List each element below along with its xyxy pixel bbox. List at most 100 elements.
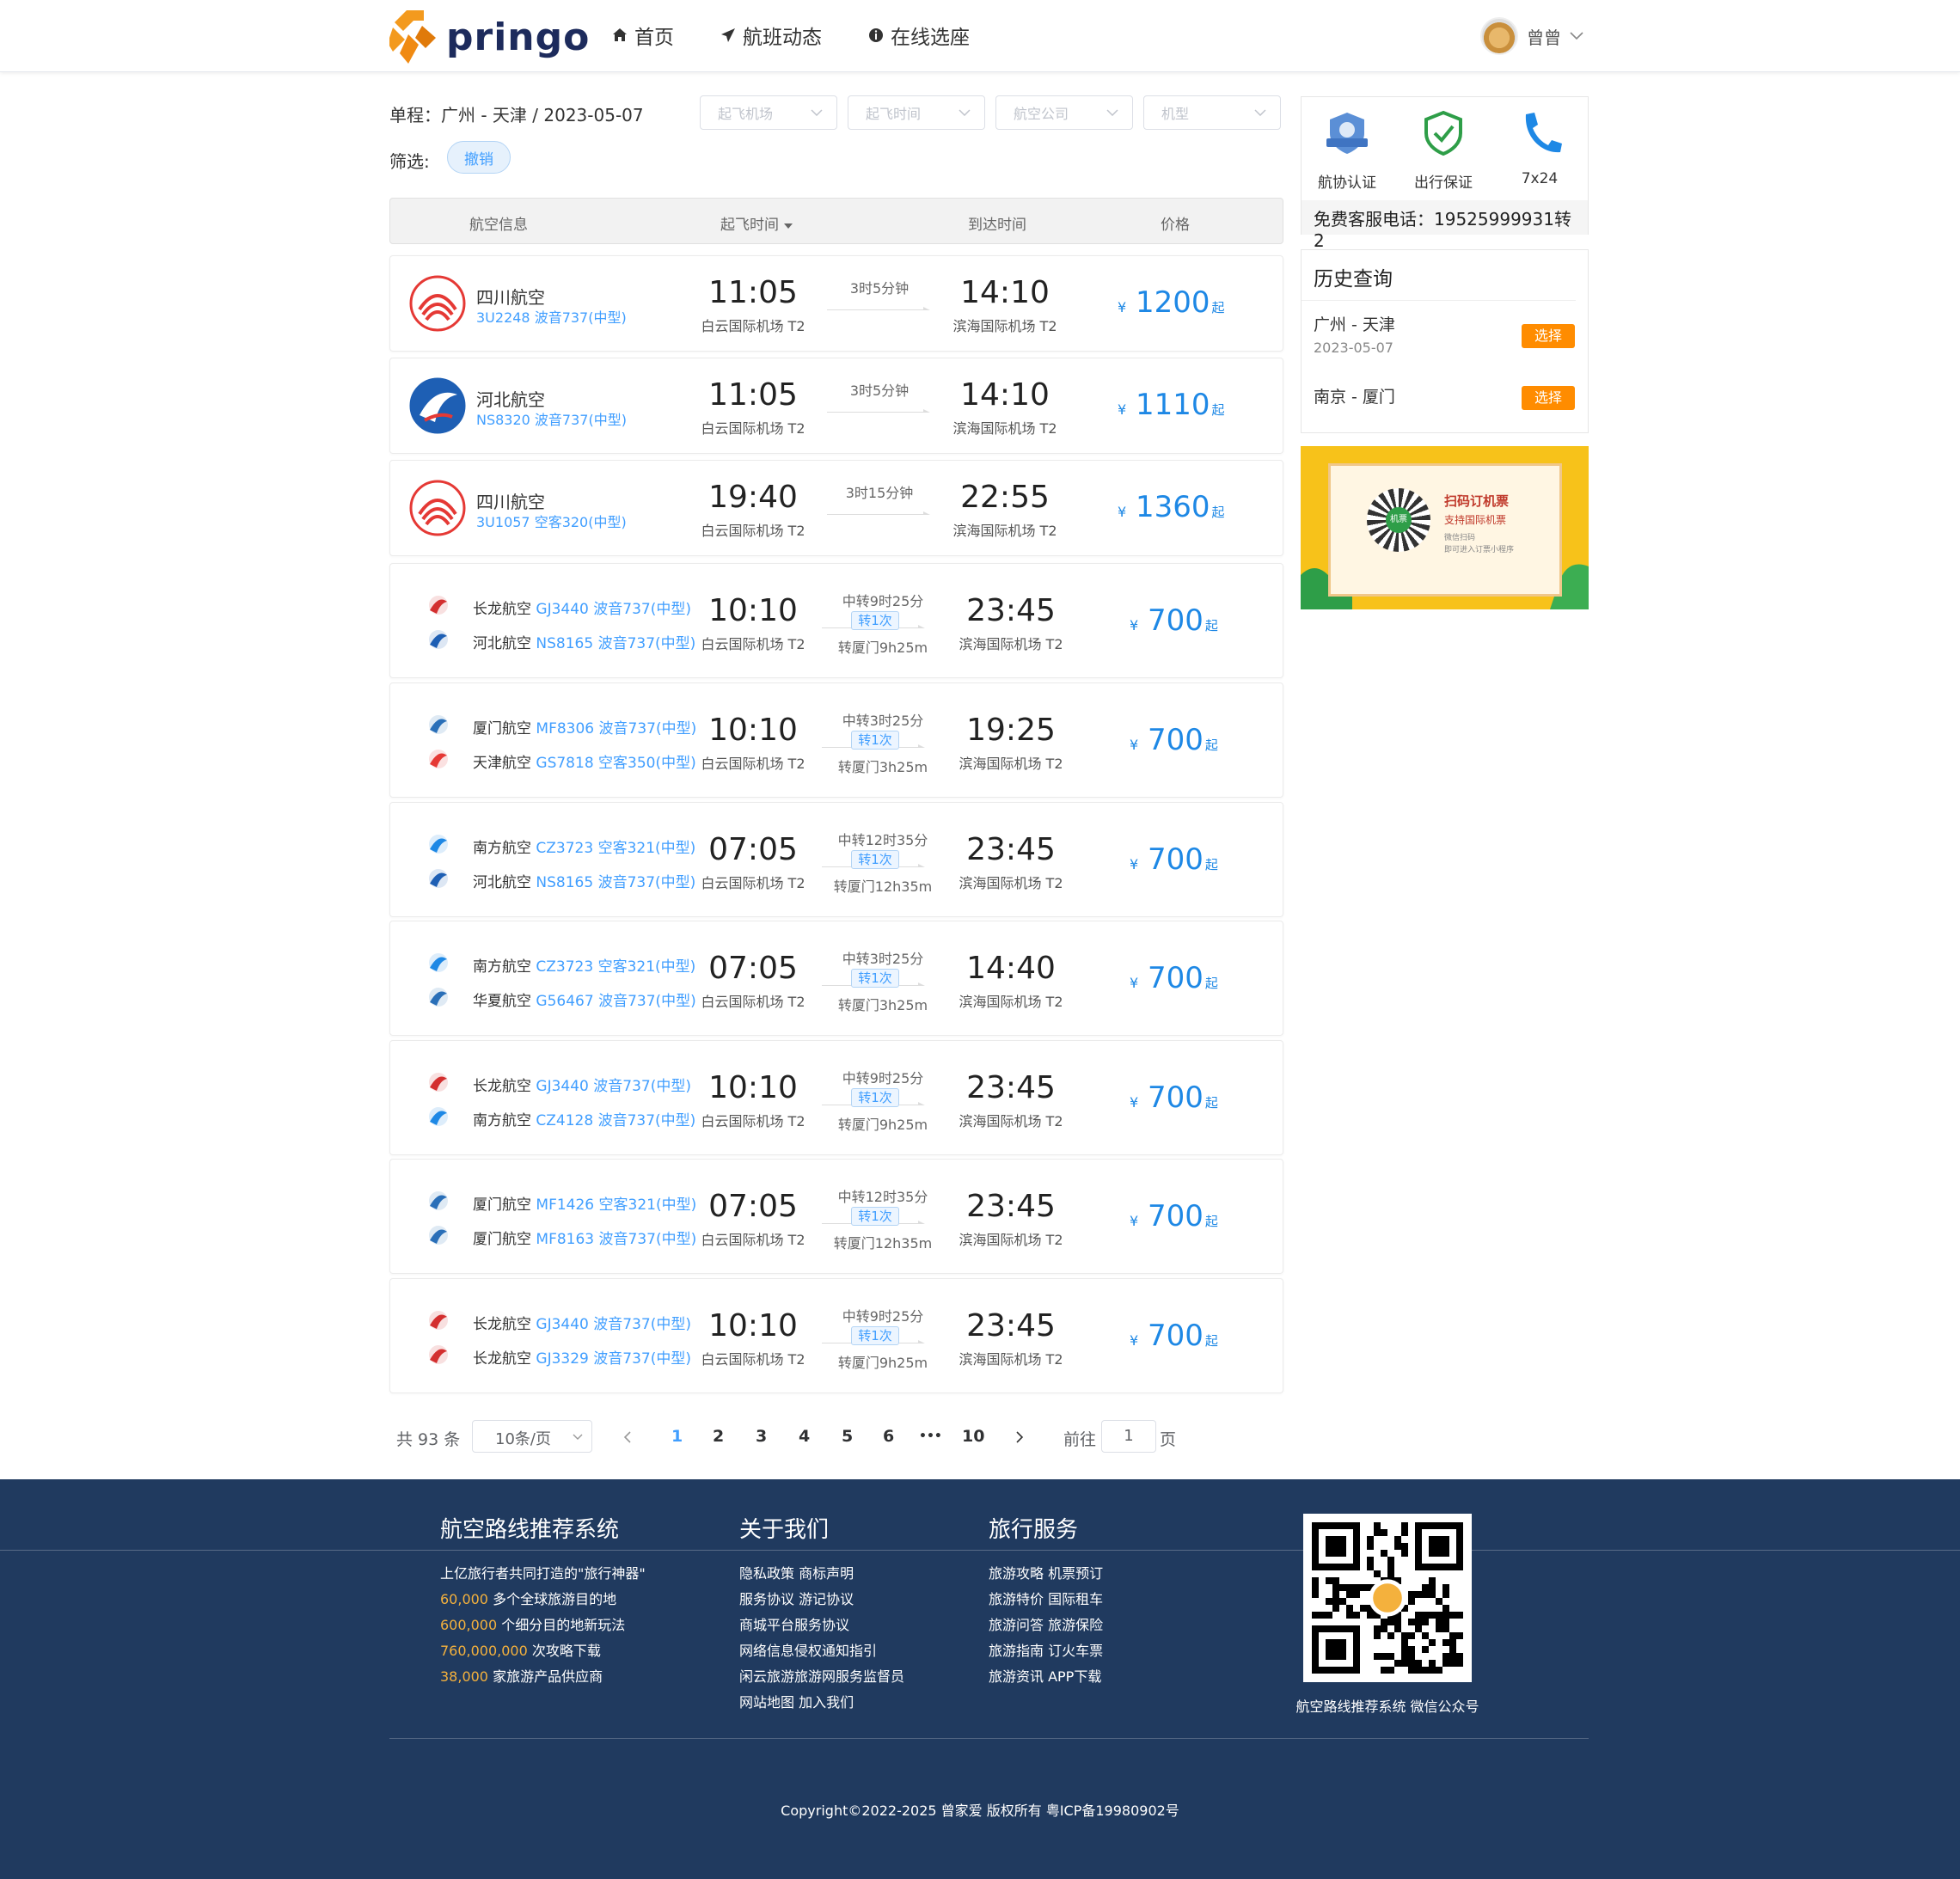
- arrival-airport: 滨海国际机场 T2: [959, 636, 1063, 652]
- guarantee-label: 航协认证: [1318, 174, 1376, 192]
- route-arrow-icon: [827, 504, 930, 515]
- avatar[interactable]: [1480, 17, 1518, 55]
- transfer-flight-row[interactable]: 长龙航空 GJ3440 波音737(中型) 河北航空 NS8165 波音737(中…: [389, 563, 1283, 678]
- page-6[interactable]: 6: [883, 1427, 894, 1446]
- pringo-logo[interactable]: pringo: [389, 7, 590, 67]
- airline-name: 四川航空: [476, 287, 545, 308]
- transfer-flight-row[interactable]: 长龙航空 GJ3440 波音737(中型) 南方航空 CZ4128 波音737(中…: [389, 1040, 1283, 1155]
- promo-banner[interactable]: 机票 扫码订机票 支持国际机票 微信扫码 即可进入订票小程序: [1301, 446, 1589, 609]
- flight-duration: 3时15分钟: [845, 485, 914, 501]
- chevron-down-icon: [1254, 109, 1266, 116]
- airline-select[interactable]: 航空公司: [995, 95, 1133, 130]
- col-depart-label: 起飞时间: [720, 217, 779, 234]
- aircraft-type-select[interactable]: 机型: [1143, 95, 1281, 130]
- transfer-flight-row[interactable]: 厦门航空 MF1426 空客321(中型) 厦门航空 MF8163 波音737(中…: [389, 1159, 1283, 1274]
- page-size-select[interactable]: 10条/页: [472, 1420, 592, 1453]
- airline-logo-icon: [426, 1189, 450, 1213]
- departure-time: 07:05: [708, 951, 798, 986]
- price-suffix: 起: [1204, 618, 1218, 633]
- page-ellipsis[interactable]: •••: [919, 1429, 942, 1443]
- arrival-time: 23:45: [966, 1189, 1056, 1224]
- cancel-filter-button[interactable]: 撤销: [447, 141, 511, 174]
- transfer-via: 转厦门12h35m: [833, 1235, 933, 1252]
- flight-row[interactable]: 四川航空 3U1057 空客320(中型) 19:40 白云国际机场 T2 3时15分钟…: [389, 460, 1283, 556]
- footer-link[interactable]: 旅游问答 旅游保险: [989, 1613, 1103, 1638]
- arrival-airport: 滨海国际机场 T2: [959, 1113, 1063, 1129]
- chevron-down-icon: [959, 109, 971, 116]
- airline-logo-icon: [426, 951, 450, 975]
- flight-row[interactable]: 四川航空 3U2248 波音737(中型) 11:05 白云国际机场 T2 3时5分钟 1…: [389, 255, 1283, 352]
- airline-logo-icon: [426, 627, 450, 652]
- nav-flight-status[interactable]: 航班动态: [720, 21, 822, 50]
- transfer-flight-row[interactable]: 南方航空 CZ3723 空客321(中型) 华夏航空 G56467 波音737(中…: [389, 921, 1283, 1036]
- page-10[interactable]: 10: [962, 1427, 984, 1446]
- transfer-duration: 中转3时25分: [842, 713, 924, 729]
- transfer-flight-row[interactable]: 南方航空 CZ3723 空客321(中型) 河北航空 NS8165 波音737(中…: [389, 802, 1283, 917]
- flight-row[interactable]: 河北航空 NS8320 波音737(中型) 11:05 白云国际机场 T2 3时5分钟 1…: [389, 358, 1283, 454]
- price-value: 700: [1148, 961, 1204, 995]
- departure-time: 11:05: [708, 377, 798, 413]
- arrival-airport: 滨海国际机场 T2: [959, 1351, 1063, 1368]
- segment-2: 天津航空 GS7818 空客350(中型): [473, 750, 696, 772]
- transfer-flight-row[interactable]: 长龙航空 GJ3440 波音737(中型) 长龙航空 GJ3329 波音737(中…: [389, 1278, 1283, 1393]
- price-suffix: 起: [1204, 857, 1218, 872]
- pagination: 共 93 条 10条/页 1 2 3 4 5 6 ••• 10 前往 1 页: [389, 1420, 1283, 1454]
- price-suffix: 起: [1204, 976, 1218, 991]
- transfer-count-badge: 转1次: [851, 850, 899, 869]
- arrival-airport: 滨海国际机场 T2: [952, 523, 1057, 539]
- transfer-duration: 中转3时25分: [842, 951, 924, 967]
- departure-airport: 白云国际机场 T2: [701, 1351, 805, 1368]
- page-5[interactable]: 5: [842, 1427, 853, 1446]
- flight-price: ¥ 700 起: [1130, 723, 1218, 757]
- footer-link[interactable]: 旅游资讯 APP下载: [989, 1664, 1103, 1690]
- flight-price: ¥ 1110 起: [1118, 388, 1225, 422]
- departure-time-select[interactable]: 起飞时间: [848, 95, 985, 130]
- page-1[interactable]: 1: [671, 1427, 683, 1446]
- airline-name: 长龙航空: [473, 1316, 531, 1333]
- next-page-icon[interactable]: [1015, 1430, 1024, 1444]
- footer-link[interactable]: 旅游指南 订火车票: [989, 1638, 1103, 1664]
- page-2[interactable]: 2: [713, 1427, 724, 1446]
- footer-link[interactable]: 隐私政策 商标声明: [739, 1561, 904, 1587]
- paper-plane-icon: [721, 28, 735, 42]
- page-3[interactable]: 3: [756, 1427, 767, 1446]
- arrival-airport: 滨海国际机场 T2: [959, 875, 1063, 891]
- departure-airport-select[interactable]: 起飞机场: [700, 95, 837, 130]
- price-value: 700: [1148, 723, 1204, 757]
- segment-1: 长龙航空 GJ3440 波音737(中型): [473, 1312, 691, 1333]
- arrival-time: 14:10: [960, 275, 1050, 310]
- history-select-button[interactable]: 选择: [1522, 386, 1575, 410]
- footer-link[interactable]: 网站地图 加入我们: [739, 1690, 904, 1716]
- flight-duration: 3时5分钟: [849, 383, 910, 399]
- segment-2: 河北航空 NS8165 波音737(中型): [473, 870, 695, 891]
- nav-home[interactable]: 首页: [612, 21, 674, 50]
- transfer-flight-row[interactable]: 厦门航空 MF8306 波音737(中型) 天津航空 GS7818 空客350(中…: [389, 682, 1283, 798]
- footer-col-title: 关于我们: [739, 1517, 830, 1543]
- departure-airport: 白云国际机场 T2: [701, 875, 805, 891]
- col-depart-sort[interactable]: 起飞时间: [720, 212, 793, 234]
- history-select-button[interactable]: 选择: [1522, 324, 1575, 348]
- footer-link[interactable]: 网络信息侵权通知指引: [739, 1638, 904, 1664]
- page-size-value: 10条/页: [495, 1430, 551, 1448]
- flight-price: ¥ 1200 起: [1118, 285, 1225, 320]
- footer-link[interactable]: 闲云旅游旅游网服务监督员: [739, 1664, 904, 1690]
- arrival-time: 22:55: [960, 480, 1050, 515]
- prev-page-icon[interactable]: [623, 1430, 632, 1444]
- currency-symbol: ¥: [1118, 504, 1127, 520]
- pringo-logo-icon: [389, 10, 436, 64]
- footer-link[interactable]: 服务协议 游记协议: [739, 1587, 904, 1613]
- goto-page-input[interactable]: 1: [1101, 1420, 1156, 1453]
- airline-logo-icon: [426, 713, 450, 737]
- transfer-duration: 中转12时35分: [837, 1189, 928, 1205]
- page-4[interactable]: 4: [799, 1427, 810, 1446]
- footer-link[interactable]: 旅游特价 国际租车: [989, 1587, 1103, 1613]
- airline-name: 长龙航空: [473, 1350, 531, 1368]
- footer-link[interactable]: 商城平台服务协议: [739, 1613, 904, 1638]
- transfer-via: 转厦门9h25m: [837, 640, 928, 656]
- footer-link[interactable]: 旅游攻略 机票预订: [989, 1561, 1103, 1587]
- nav-seat-selection[interactable]: 在线选座: [868, 21, 970, 50]
- flight-price: ¥ 700 起: [1130, 961, 1218, 995]
- user-menu[interactable]: 曾曾: [1480, 17, 1583, 55]
- footer-line: 600,000 个细分目的地新玩法: [440, 1613, 646, 1638]
- goto-label: 前往: [1063, 1430, 1097, 1449]
